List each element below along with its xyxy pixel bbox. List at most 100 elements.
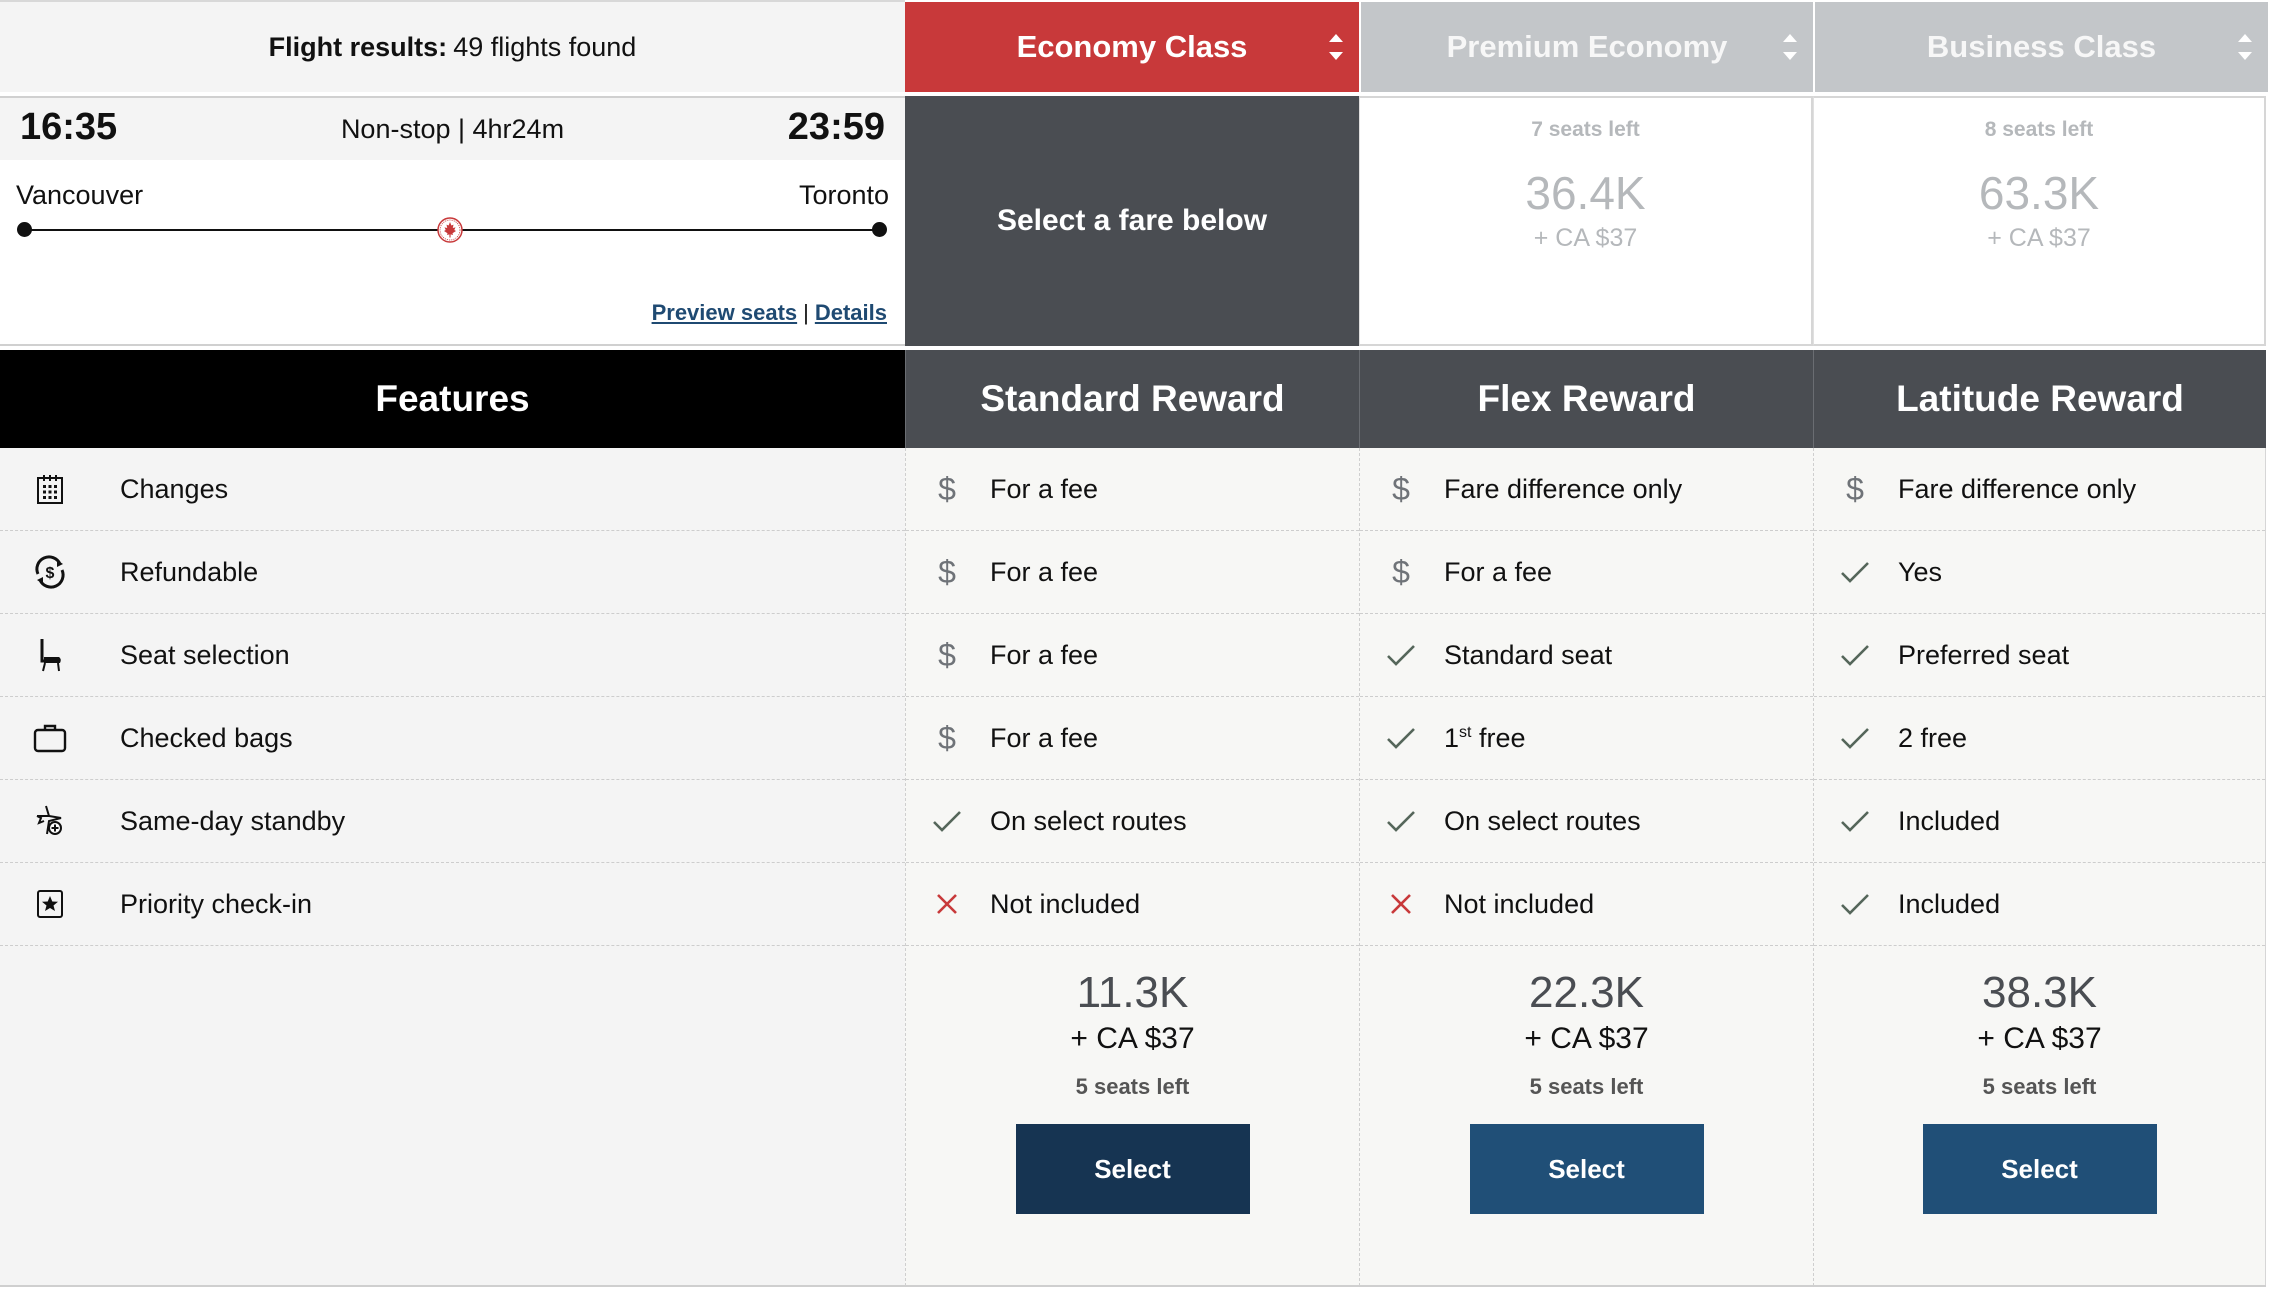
dollar-icon: $ — [1392, 553, 1410, 590]
origin-city: Vancouver — [16, 180, 144, 210]
fare-header-standard: Standard Reward — [905, 350, 1359, 448]
seats-left: 5 seats left — [1075, 1074, 1190, 1099]
fare-value-cell: $ Fare difference only — [1814, 448, 2265, 531]
fare-value-cell: Not included — [1360, 863, 1813, 946]
tab-premium-economy[interactable]: Premium Economy — [1361, 2, 1813, 92]
fare-value-cell: 2 free — [1814, 697, 2265, 780]
seats-left: 5 seats left — [1982, 1074, 2097, 1099]
feature-label: Same-day standby — [120, 805, 346, 836]
fare-value-text: Standard seat — [1444, 640, 1612, 671]
fare-value-text: 2 free — [1898, 723, 1967, 754]
fare-value-cell: Included — [1814, 863, 2265, 946]
business-class-price-cell[interactable]: 8 seats left 63.3K + CA $37 — [1813, 96, 2266, 346]
checkmark-icon — [1840, 893, 1870, 915]
fare-title: Standard Reward — [980, 378, 1285, 419]
feature-row: Same-day standby — [0, 780, 905, 863]
fare-value-cell: Preferred seat — [1814, 614, 2265, 697]
value-main: For a fee — [990, 722, 1099, 753]
checkmark-icon — [1840, 561, 1870, 583]
seats-left: 8 seats left — [1984, 118, 2094, 141]
fare-comparison-table: Changes $ Refundable Seat selection Checked … — [0, 448, 2266, 1286]
fare-value-text: For a fee — [990, 640, 1098, 671]
dollar-icon: $ — [1846, 470, 1864, 507]
checkmark-icon — [1840, 644, 1870, 666]
refund-icon: $ — [32, 554, 68, 590]
fare-value-text: Fare difference only — [1898, 474, 2136, 505]
flight-duration: Non-stop | 4hr24m — [340, 114, 565, 144]
points-price: 38.3K — [1982, 968, 2097, 1017]
tab-label: Economy Class — [1016, 29, 1248, 64]
cross-icon — [1386, 892, 1416, 916]
dollar-icon: $ — [1392, 470, 1410, 507]
fare-value-cell: $ For a fee — [906, 614, 1359, 697]
cross-icon — [932, 892, 962, 916]
fare-price-block: 38.3K + CA $37 5 seats left Select — [1814, 968, 2265, 1214]
dollar-icon: $ — [938, 553, 956, 590]
value-main: For a fee — [990, 473, 1099, 504]
tab-business-class[interactable]: Business Class — [1815, 2, 2268, 92]
fare-value-cell: 1st free — [1360, 697, 1813, 780]
preview-seats-link[interactable]: Preview seats — [652, 300, 798, 325]
checkmark-icon — [1386, 810, 1416, 832]
fare-price-block: 11.3K + CA $37 5 seats left Select — [906, 968, 1359, 1214]
fare-value-cell: Not included — [906, 863, 1359, 946]
feature-row: Checked bags — [0, 697, 905, 780]
fare-value-cell: Included — [1814, 780, 2265, 863]
value-main: On select routes — [990, 805, 1187, 836]
flight-results-summary: Flight results: 49 flights found — [0, 0, 905, 92]
value-main: For a fee — [990, 556, 1099, 587]
fare-value-cell: $ For a fee — [906, 531, 1359, 614]
link-separator: | — [803, 300, 809, 325]
dollar-icon: $ — [938, 470, 956, 507]
features-title: Features — [375, 378, 530, 419]
fare-value-text: Not included — [1444, 889, 1594, 920]
origin-dot-icon — [17, 222, 32, 237]
sort-arrows-icon[interactable] — [1329, 34, 1343, 60]
value-main: On select routes — [1444, 805, 1641, 836]
value-main: 2 free — [1898, 722, 1968, 753]
features-header: Features — [0, 350, 905, 448]
fare-value-cell: On select routes — [906, 780, 1359, 863]
feature-label: Priority check-in — [120, 888, 313, 919]
value-main: Fare difference only — [1898, 473, 2137, 504]
feature-label: Refundable — [120, 556, 259, 587]
sort-arrows-icon[interactable] — [2238, 34, 2252, 60]
fare-value-text: Not included — [990, 889, 1140, 920]
tax-price: + CA $37 — [1070, 1022, 1195, 1055]
premium-economy-price-cell[interactable]: 7 seats left 36.4K + CA $37 — [1359, 96, 1813, 346]
dollar-icon: $ — [938, 636, 956, 673]
standby-plane-icon — [32, 803, 68, 839]
value-main: For a fee — [990, 639, 1099, 670]
points-price: 63.3K — [1978, 167, 2100, 219]
fare-value-text: For a fee — [990, 557, 1098, 588]
tab-economy-class[interactable]: Economy Class — [905, 2, 1359, 92]
value-main: Not included — [990, 888, 1141, 919]
feature-label: Checked bags — [120, 722, 293, 753]
select-fare-button[interactable]: Select — [1469, 1124, 1704, 1214]
seats-left: 5 seats left — [1529, 1074, 1644, 1099]
fare-title: Latitude Reward — [1896, 378, 2184, 419]
table-bottom-border — [0, 1285, 2266, 1287]
fare-value-text: Preferred seat — [1898, 640, 2069, 671]
fare-value-cell: $ For a fee — [906, 448, 1359, 531]
tab-label: Business Class — [1926, 29, 2157, 64]
sort-arrows-icon[interactable] — [1783, 34, 1797, 60]
checkmark-icon — [1386, 727, 1416, 749]
select-fare-button[interactable]: Select — [1922, 1124, 2157, 1214]
fare-value-cell: Yes — [1814, 531, 2265, 614]
fare-value-text: For a fee — [990, 474, 1098, 505]
value-main: 1 — [1444, 722, 1460, 753]
fare-header-latitude: Latitude Reward — [1813, 350, 2266, 448]
value-main: Fare difference only — [1444, 473, 1683, 504]
fare-value-text: Fare difference only — [1444, 474, 1682, 505]
select-fare-button[interactable]: Select — [1015, 1124, 1250, 1214]
details-link[interactable]: Details — [815, 300, 887, 325]
tax-price: + CA $37 — [1977, 1022, 2102, 1055]
fare-price-block: 22.3K + CA $37 5 seats left Select — [1360, 968, 1813, 1214]
value-main: Not included — [1444, 888, 1595, 919]
points-price: 22.3K — [1529, 968, 1644, 1017]
feature-label: Seat selection — [120, 639, 290, 670]
dollar-icon: $ — [938, 719, 956, 756]
fare-column-flex: $ Fare difference only $ For a fee Standard … — [1359, 448, 1813, 1286]
results-label: Flight results: — [268, 31, 448, 62]
